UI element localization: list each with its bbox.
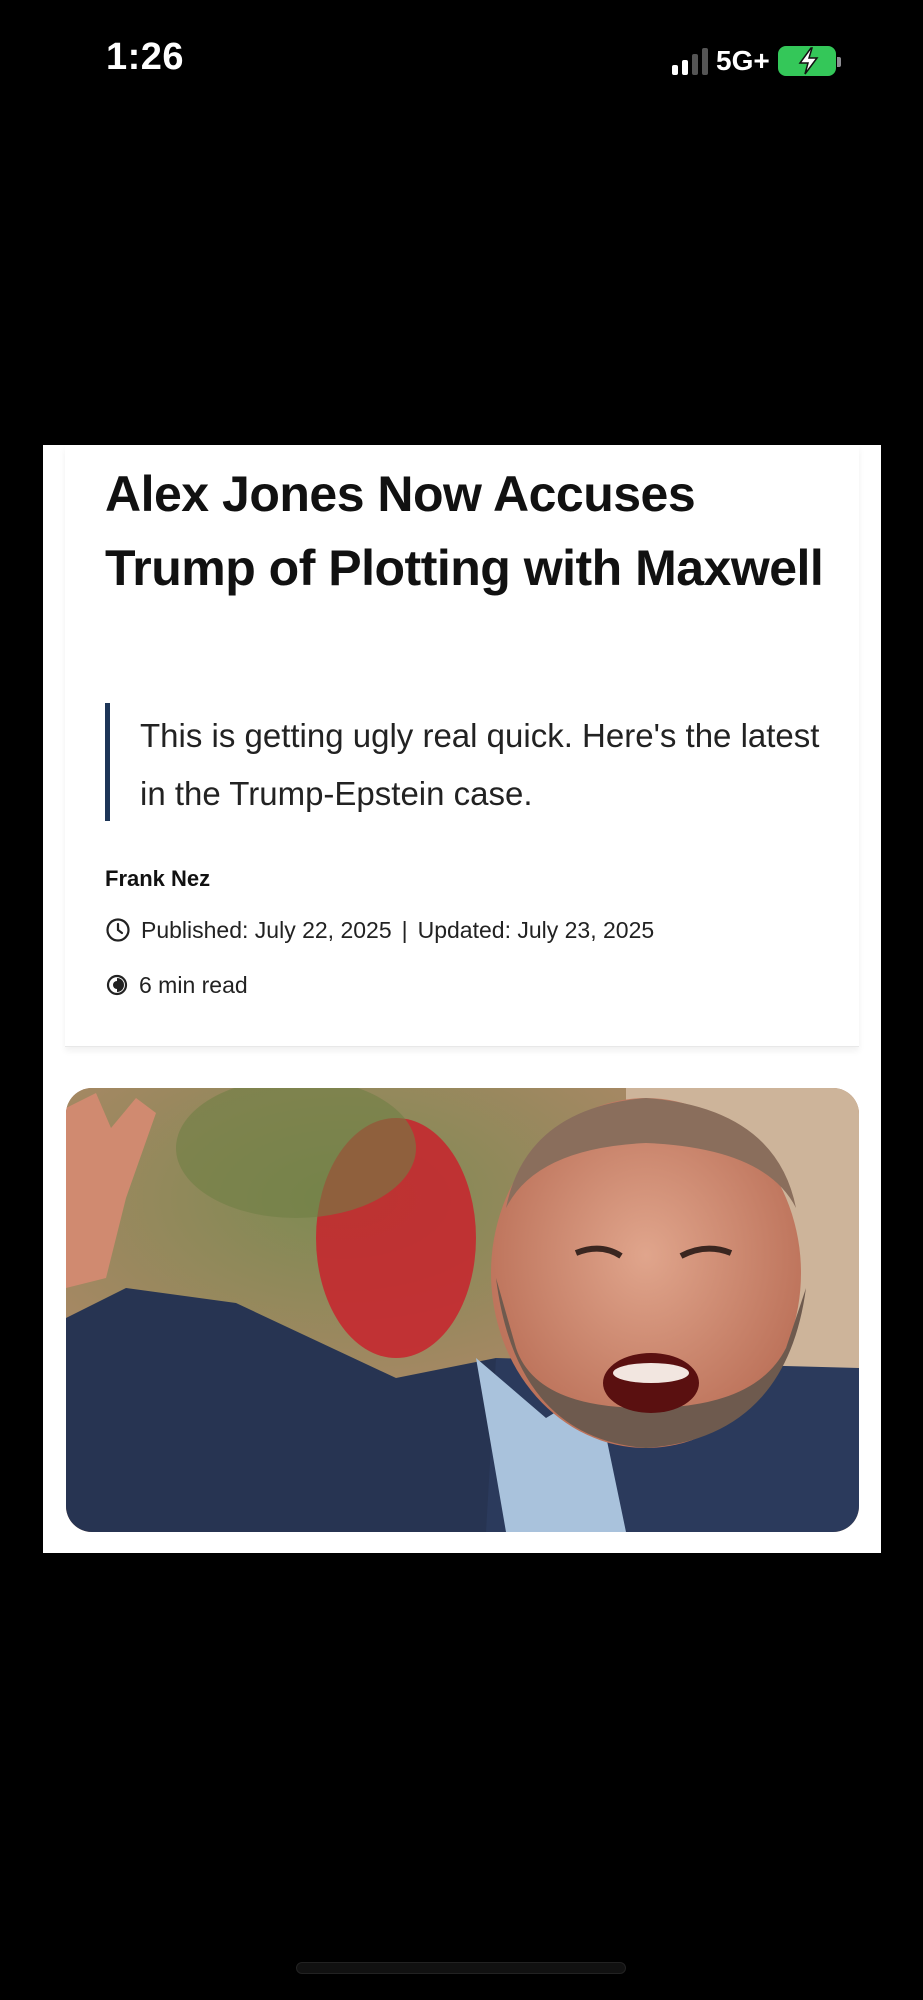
- article-headline: Alex Jones Now Accuses Trump of Plotting…: [105, 466, 824, 596]
- home-indicator[interactable]: [296, 1962, 626, 1974]
- article-dates: Published: July 22, 2025 | Updated: July…: [105, 915, 654, 945]
- updated-date: Updated: July 23, 2025: [417, 916, 655, 943]
- article-header: Alex Jones Now Accuses Trump of Plotting…: [65, 445, 859, 1047]
- hero-photo: [66, 1088, 859, 1532]
- status-time: 1:26: [106, 36, 185, 78]
- date-separator: |: [401, 916, 408, 943]
- read-time-label: 6 min read: [139, 971, 248, 998]
- battery-charging-icon: [777, 46, 841, 76]
- lightning-bolt-icon: [798, 47, 819, 75]
- clock-icon: [106, 918, 130, 942]
- published-date: Published: July 22, 2025: [141, 916, 392, 943]
- author-name: Frank Nez: [105, 866, 211, 891]
- cellular-signal-icon: [672, 47, 708, 75]
- hero-photo-illustration: [66, 1088, 859, 1532]
- article-screenshot: Alex Jones Now Accuses Trump of Plotting…: [43, 445, 881, 1553]
- status-indicators: 5G+: [672, 44, 841, 78]
- read-time: 6 min read: [105, 970, 248, 1000]
- article-dek: This is getting ugly real quick. Here's …: [105, 703, 825, 821]
- half-circle-icon: [106, 974, 128, 996]
- status-bar: 1:26 5G+: [0, 0, 923, 130]
- network-type: 5G+: [716, 45, 770, 76]
